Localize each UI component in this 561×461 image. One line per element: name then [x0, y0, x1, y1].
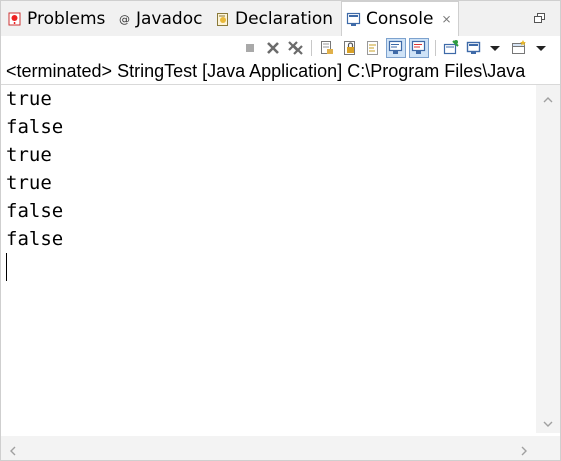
- minimize-icon[interactable]: [534, 8, 546, 23]
- javadoc-icon: @: [118, 11, 132, 27]
- tab-console-label: Console: [366, 9, 434, 29]
- show-stderr-icon[interactable]: [409, 38, 429, 58]
- console-toolbar: [1, 36, 560, 60]
- terminate-icon[interactable]: [240, 38, 260, 58]
- scrollbar-corner: [536, 436, 560, 460]
- console-line: false: [6, 200, 64, 222]
- close-icon[interactable]: ⨯: [442, 12, 452, 26]
- console-output[interactable]: true false true true false false: [6, 85, 531, 281]
- remove-all-terminated-icon[interactable]: [286, 38, 306, 58]
- tab-declaration[interactable]: Declaration: [215, 1, 333, 36]
- clear-console-icon[interactable]: [317, 38, 337, 58]
- display-console-icon[interactable]: [464, 38, 484, 58]
- tab-console[interactable]: Console ⨯: [341, 1, 459, 36]
- console-line: false: [6, 116, 64, 138]
- remove-launch-icon[interactable]: [263, 38, 283, 58]
- scroll-left-icon[interactable]: [7, 442, 19, 456]
- scroll-up-icon[interactable]: [542, 91, 554, 103]
- console-line: false: [6, 228, 64, 250]
- toolbar-separator: [311, 40, 312, 56]
- word-wrap-icon[interactable]: [363, 38, 383, 58]
- tab-javadoc[interactable]: @ Javadoc: [118, 1, 202, 36]
- console-line: true: [6, 88, 52, 110]
- console-view: Problems @ Javadoc Declaration Console ⨯…: [0, 0, 561, 461]
- tab-problems-label: Problems: [27, 8, 106, 29]
- toolbar-separator: [435, 40, 436, 56]
- console-description: <terminated> StringTest [Java Applicatio…: [6, 61, 526, 81]
- chevron-down-icon[interactable]: [485, 38, 505, 58]
- console-icon: [346, 11, 362, 27]
- tab-declaration-label: Declaration: [235, 8, 334, 29]
- open-console-icon[interactable]: [509, 38, 529, 58]
- horizontal-scrollbar[interactable]: [1, 436, 536, 460]
- console-line: true: [6, 172, 52, 194]
- scroll-down-icon[interactable]: [542, 415, 554, 427]
- problems-icon: [7, 11, 23, 27]
- svg-text:@: @: [119, 13, 130, 26]
- pin-console-icon[interactable]: [441, 38, 461, 58]
- chevron-down-icon[interactable]: [531, 38, 551, 58]
- scroll-lock-icon[interactable]: [340, 38, 360, 58]
- tab-problems[interactable]: Problems: [7, 1, 105, 36]
- vertical-scrollbar[interactable]: [536, 85, 560, 433]
- console-line: true: [6, 144, 52, 166]
- view-tab-bar: Problems @ Javadoc Declaration Console ⨯: [1, 1, 560, 36]
- show-stdout-icon[interactable]: [386, 38, 406, 58]
- declaration-icon: [215, 11, 231, 27]
- text-caret: [6, 253, 7, 281]
- tab-javadoc-label: Javadoc: [136, 8, 203, 29]
- scroll-right-icon[interactable]: [518, 442, 530, 456]
